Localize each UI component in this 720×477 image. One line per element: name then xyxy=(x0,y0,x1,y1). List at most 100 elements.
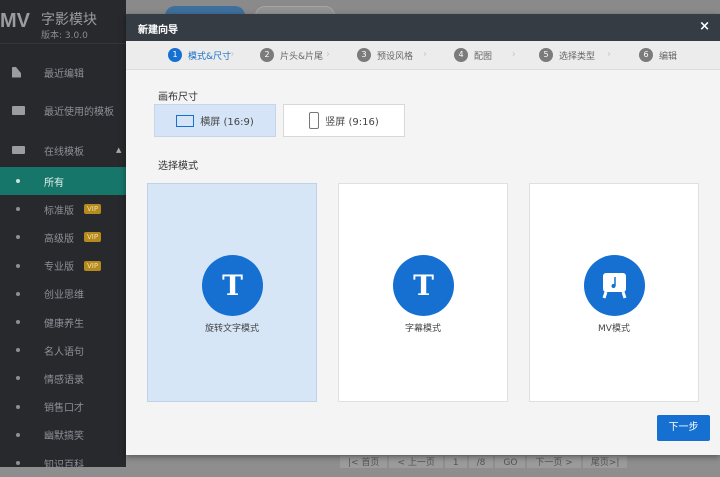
chevron-right-icon: › xyxy=(607,49,611,60)
sidebar-category[interactable]: 健康养生 xyxy=(0,308,126,336)
wizard-step: 1 模式&尺寸 xyxy=(168,48,231,62)
bullet-icon xyxy=(16,320,20,324)
monitor-icon xyxy=(12,146,25,154)
sidebar-category[interactable]: 销售口才 xyxy=(0,393,126,421)
last-page-button[interactable]: 尾页>| xyxy=(582,456,628,468)
mode-card-rotating-text[interactable]: T 旋转文字模式 xyxy=(147,183,317,402)
go-button[interactable]: GO xyxy=(495,456,526,468)
mode-label: MV模式 xyxy=(598,324,630,334)
document-icon xyxy=(12,66,21,78)
sidebar-item-online-templates[interactable]: 在线模板 ▲ xyxy=(0,136,126,164)
bullet-icon xyxy=(16,235,20,240)
category-label: 所有 xyxy=(44,177,64,189)
prev-page-button[interactable]: < 上一页 xyxy=(389,456,443,468)
next-page-button[interactable]: 下一页 > xyxy=(527,456,581,468)
step-number: 4 xyxy=(454,48,468,62)
bullet-icon xyxy=(16,461,20,465)
step-label: 片头&片尾 xyxy=(280,51,324,62)
new-wizard-dialog: 新建向导 × 1 模式&尺寸 › 2 片头&片尾 › 3 预设风格 › 4 配图 › 5 选择类型 › 6 编辑… xyxy=(126,14,720,455)
sidebar-item-label: 最近使用的模板 xyxy=(44,106,114,118)
page-total: /8 xyxy=(468,456,494,468)
bullet-icon xyxy=(16,263,20,268)
text-icon: T xyxy=(202,255,263,316)
chevron-right-icon: › xyxy=(422,49,427,60)
step-label: 选择类型 xyxy=(559,51,596,62)
sidebar-category[interactable]: 知识百科 xyxy=(0,449,126,477)
music-screen-icon xyxy=(584,255,645,316)
caret-up-icon: ▲ xyxy=(116,146,122,154)
portrait-option[interactable]: 竖屏 (9:16) xyxy=(283,104,405,137)
category-label: 创业思维 xyxy=(44,290,84,302)
app-name: 字影模块 xyxy=(41,12,97,28)
sidebar-item-recent-templates[interactable]: 最近使用的模板 xyxy=(0,96,126,124)
step-label: 模式&尺寸 xyxy=(188,51,232,62)
bullet-icon xyxy=(16,376,20,381)
sidebar-category[interactable]: 高级版 VIP xyxy=(0,223,126,251)
wizard-steps: 1 模式&尺寸 › 2 片头&片尾 › 3 预设风格 › 4 配图 › 5 选择类型 › 6 编辑 xyxy=(126,41,720,70)
pagination: |< 首页 < 上一页 1 /8 GO 下一页 > 尾页>| xyxy=(340,456,628,468)
vip-badge: VIP xyxy=(84,204,102,215)
dialog-header: 新建向导 × xyxy=(126,14,720,41)
chevron-right-icon: › xyxy=(511,49,516,60)
sidebar-category[interactable]: 情感语录 xyxy=(0,364,126,392)
sidebar-category[interactable]: 幽默搞笑 xyxy=(0,421,126,449)
next-step-button[interactable]: 下一步 xyxy=(657,415,710,441)
option-label: 横屏 (16:9) xyxy=(200,117,254,128)
logo-mark: MV xyxy=(0,10,30,32)
portrait-icon xyxy=(309,112,320,129)
category-label: 高级版 xyxy=(44,233,74,245)
mode-label: 字幕模式 xyxy=(404,324,441,334)
dialog-title: 新建向导 xyxy=(138,25,178,36)
sidebar-category[interactable]: 名人语句 xyxy=(0,336,126,364)
sidebar-category[interactable]: 标准版 VIP xyxy=(0,195,126,223)
wizard-step: 3 预设风格 xyxy=(357,48,413,62)
step-number: 6 xyxy=(639,48,653,62)
mode-card-subtitle[interactable]: T 字幕模式 xyxy=(338,183,508,402)
sidebar: MV 字影模块 版本: 3.0.0 最近编辑 最近使用的模板 在线模板 ▲ 所有标… xyxy=(0,0,126,471)
bullet-icon xyxy=(16,291,20,296)
wizard-step: 4 配图 xyxy=(454,48,492,62)
category-label: 专业版 xyxy=(44,262,74,274)
sidebar-category[interactable]: 所有 xyxy=(0,167,126,195)
first-page-button[interactable]: |< 首页 xyxy=(340,456,388,468)
select-mode-label: 选择模式 xyxy=(158,161,198,172)
category-label: 标准版 xyxy=(44,205,74,217)
landscape-icon xyxy=(176,114,195,127)
bullet-icon xyxy=(16,179,20,183)
bullet-icon xyxy=(16,432,20,437)
app-logo: MV 字影模块 版本: 3.0.0 xyxy=(0,0,126,44)
bullet-icon xyxy=(16,207,20,212)
sidebar-item-label: 在线模板 xyxy=(44,146,84,158)
category-label: 情感语录 xyxy=(44,374,84,386)
close-icon[interactable]: × xyxy=(699,19,710,34)
step-label: 编辑 xyxy=(659,51,678,62)
landscape-option[interactable]: 横屏 (16:9) xyxy=(154,104,276,137)
app-version: 版本: 3.0.0 xyxy=(41,31,88,41)
category-label: 名人语句 xyxy=(44,346,84,358)
sidebar-item-recent-edit[interactable]: 最近编辑 xyxy=(0,58,126,86)
sidebar-category[interactable]: 专业版 VIP xyxy=(0,252,126,280)
canvas-size-label: 画布尺寸 xyxy=(158,92,198,103)
mode-card-mv[interactable]: MV模式 xyxy=(529,183,699,402)
vip-badge: VIP xyxy=(84,260,102,271)
vip-badge: VIP xyxy=(84,232,102,243)
template-icon xyxy=(12,105,25,115)
wizard-step: 5 选择类型 xyxy=(539,48,595,62)
page-input[interactable]: 1 xyxy=(444,456,467,468)
category-label: 幽默搞笑 xyxy=(44,431,84,443)
wizard-step: 6 编辑 xyxy=(639,48,677,62)
bullet-icon xyxy=(16,404,20,409)
chevron-right-icon: › xyxy=(325,49,330,60)
step-number: 2 xyxy=(260,48,274,62)
text-icon: T xyxy=(393,255,454,316)
bullet-icon xyxy=(16,348,20,353)
step-number: 5 xyxy=(539,48,553,62)
step-number: 1 xyxy=(168,48,182,62)
category-label: 健康养生 xyxy=(44,318,84,330)
wizard-step: 2 片头&片尾 xyxy=(260,48,323,62)
sidebar-category[interactable]: 创业思维 xyxy=(0,280,126,308)
category-label: 销售口才 xyxy=(44,403,84,415)
category-label: 知识百科 xyxy=(44,459,84,471)
mode-label: 旋转文字模式 xyxy=(204,324,259,334)
step-label: 配图 xyxy=(474,51,493,62)
